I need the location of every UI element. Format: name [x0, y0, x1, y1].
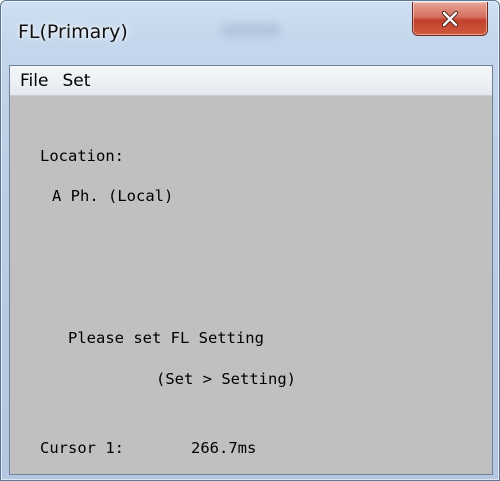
- setting-message-line2: (Set > Setting): [156, 370, 296, 388]
- client-area: File Set Location: A Ph. (Local) Please …: [9, 65, 493, 475]
- app-window: FL(Primary) File Set Location: A Ph. (Lo…: [0, 0, 500, 481]
- fault-locator-panel: Location: A Ph. (Local) Please set FL Se…: [10, 96, 492, 474]
- setting-message-line1: Please set FL Setting: [68, 329, 264, 347]
- window-title: FL(Primary): [18, 21, 128, 43]
- location-value: A Ph. (Local): [52, 187, 174, 205]
- menu-file[interactable]: File: [10, 66, 55, 95]
- menu-bar: File Set: [10, 66, 492, 96]
- cursor-label: Cursor 1:: [40, 439, 124, 457]
- menu-set[interactable]: Set: [55, 66, 97, 95]
- close-button[interactable]: [412, 2, 488, 36]
- cursor-value: 266.7ms: [191, 439, 257, 457]
- location-label: Location:: [40, 147, 124, 165]
- titlebar-glass-blur: [221, 23, 281, 37]
- close-x-icon: [441, 10, 459, 27]
